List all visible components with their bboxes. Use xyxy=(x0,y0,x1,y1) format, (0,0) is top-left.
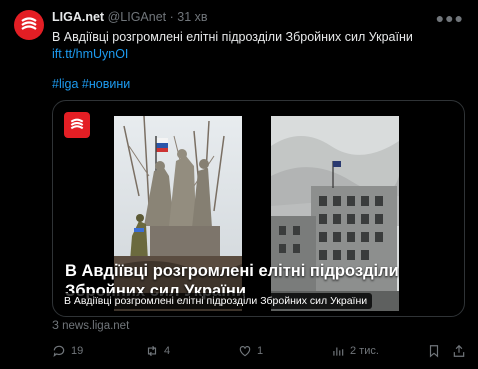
views-icon xyxy=(333,347,344,356)
share-button[interactable] xyxy=(452,344,466,358)
tweet-body: В Авдіївці розгромлені елітні підрозділи… xyxy=(52,29,462,63)
views-button[interactable]: 2 тис. xyxy=(331,344,379,358)
avatar[interactable] xyxy=(14,10,44,40)
reply-count: 19 xyxy=(71,345,84,357)
more-icon[interactable]: ●●● xyxy=(436,10,464,26)
retweet-button[interactable]: 4 xyxy=(145,344,170,358)
hashtags[interactable]: #liga #новини xyxy=(52,77,130,91)
bookmark-button[interactable] xyxy=(427,344,441,358)
like-icon xyxy=(239,346,251,357)
bookmark-icon xyxy=(429,345,439,358)
action-bar: 19 4 1 2 тис. xyxy=(52,344,468,362)
tweet-header: LIGA.net @LIGAnet · 31 хв xyxy=(52,10,208,24)
views-count: 2 тис. xyxy=(350,345,379,357)
like-button[interactable]: 1 xyxy=(238,344,263,358)
liga-logo-icon xyxy=(21,17,37,30)
author-handle[interactable]: @LIGAnet xyxy=(108,10,167,24)
share-icon xyxy=(453,344,465,357)
reply-icon xyxy=(53,345,65,358)
card-caption: В Авдіївці розгромлені елітні підрозділи… xyxy=(59,293,373,309)
link-card[interactable]: В Авдіївці розгромлені елітні підрозділи… xyxy=(52,100,465,317)
author-name[interactable]: LIGA.net xyxy=(52,10,104,24)
retweet-icon xyxy=(147,345,157,357)
liga-logo-icon xyxy=(64,112,90,138)
reply-button[interactable]: 19 xyxy=(52,344,83,358)
tweet-link[interactable]: ift.tt/hmUynOI xyxy=(52,46,462,63)
timestamp[interactable]: 31 хв xyxy=(177,10,207,24)
like-count: 1 xyxy=(257,345,264,357)
card-source[interactable]: З news.liga.net xyxy=(52,320,129,332)
tweet-text: В Авдіївці розгромлені елітні підрозділи… xyxy=(52,30,413,44)
separator: · xyxy=(169,10,174,24)
retweet-count: 4 xyxy=(164,345,171,357)
